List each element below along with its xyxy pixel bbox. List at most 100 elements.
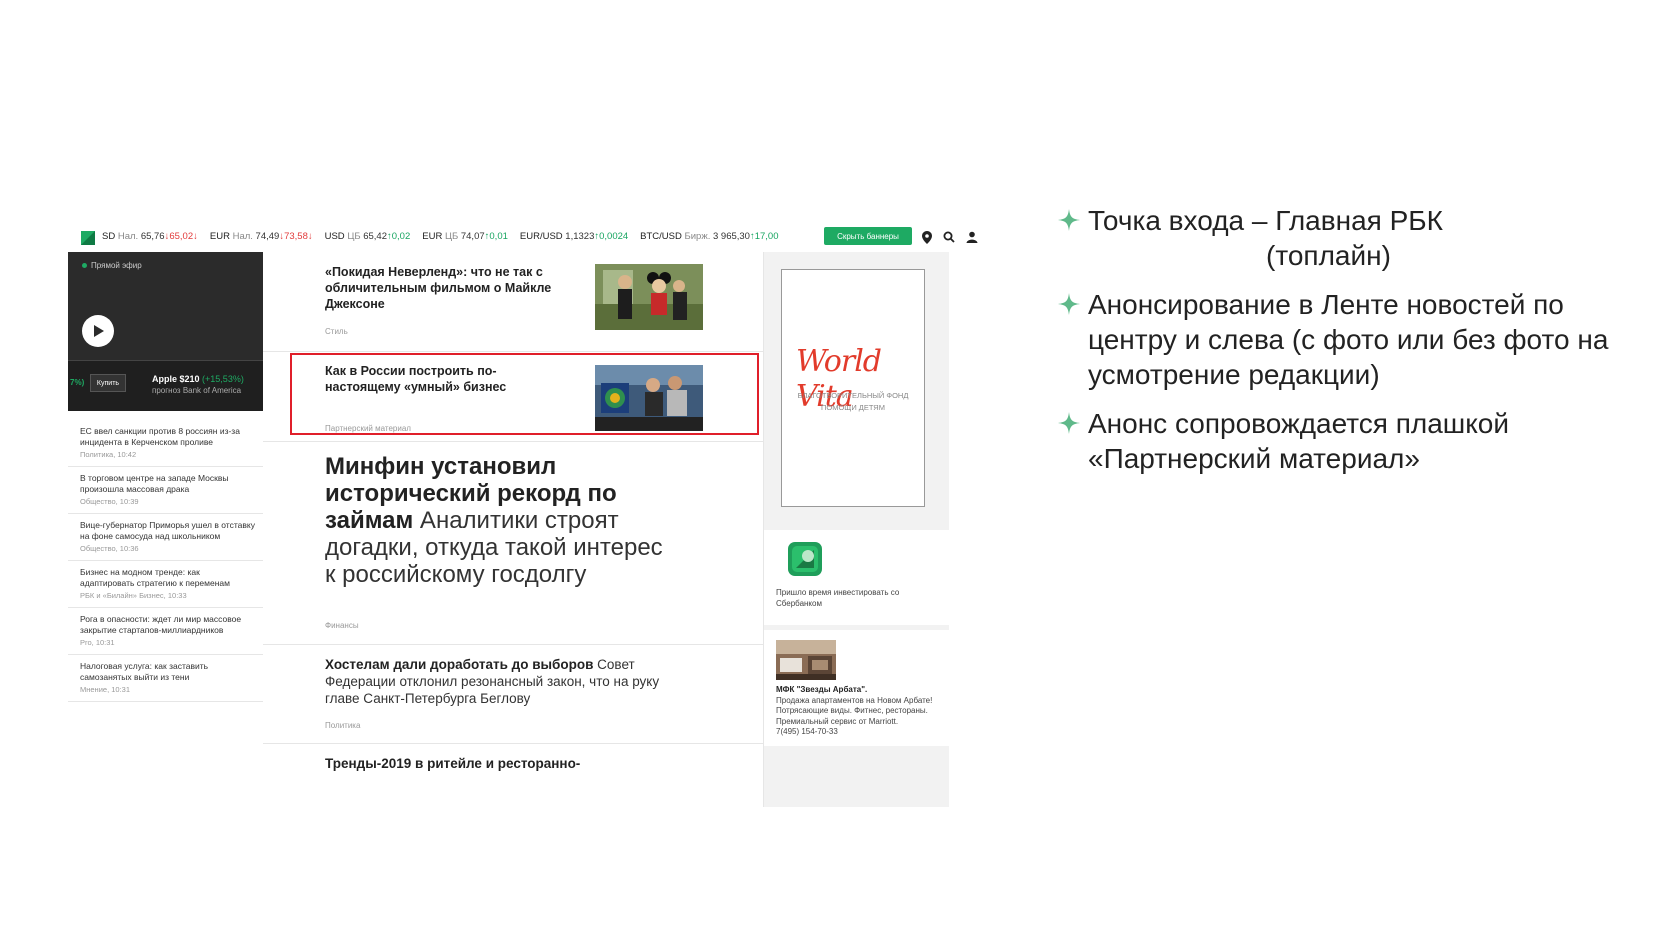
promo-sberbank[interactable]: Пришло время инвестировать со Сбербанком (764, 530, 949, 625)
article-title[interactable]: Тренды-2019 в ритейле и ресторанно- (325, 755, 670, 772)
ticker-change: 65,02 (169, 231, 194, 242)
buy-button[interactable]: Купить (90, 374, 126, 392)
article-photo[interactable] (595, 264, 703, 330)
ticker-item[interactable]: BTC/USD Бирж. 3 965,30↑17,00 (640, 231, 778, 242)
news-item[interactable]: Бизнес на модном тренде: как адаптироват… (68, 561, 263, 608)
news-feed-list: ЕС ввел санкции против 8 россиян из-за и… (68, 420, 263, 702)
news-meta: Общество, 10:36 (80, 544, 139, 553)
promo-text[interactable]: МФК "Звезды Арбата". Продажа апартаментов… (776, 685, 936, 738)
play-icon[interactable] (82, 315, 114, 347)
news-item[interactable]: Налоговая услуга: как заставить самозаня… (68, 655, 263, 702)
article-trends[interactable]: Тренды-2019 в ритейле и ресторанно- (263, 743, 763, 807)
article-headline[interactable]: Хостелам дали доработать до выборов (325, 657, 593, 672)
promo-phone[interactable]: 7(495) 154-70-33 (776, 727, 838, 736)
ticker-item[interactable]: EUR ЦБ 74,07↑0,01 (422, 231, 508, 242)
news-meta: РБК и «Билайн» Бизнес, 10:33 (80, 591, 187, 600)
ticker-change: 73,58 (284, 231, 308, 242)
apple-price: Apple $210 (152, 374, 200, 384)
promo-title[interactable]: МФК "Звезды Арбата". (776, 685, 867, 694)
bullet-entry-point: Точка входа – Главная РБК (топлайн) (1050, 203, 1650, 273)
article-rubric[interactable]: Стиль (325, 327, 348, 336)
news-meta: Политика, 10:42 (80, 450, 137, 459)
live-label-text: Прямой эфир (91, 261, 142, 270)
news-item[interactable]: ЕС ввел санкции против 8 россиян из-за и… (68, 420, 263, 467)
center-column: «Покидая Неверленд»: что не так с обличи… (263, 252, 763, 807)
news-title[interactable]: В торговом центре на западе Москвы произ… (80, 473, 255, 495)
world-vita-banner[interactable]: World Vita БЛАГОТВОРИТЕЛЬНЫЙ ФОНД ПОМОЩИ… (781, 269, 925, 507)
sber-app-icon (788, 542, 822, 576)
article-rubric[interactable]: Финансы (325, 621, 359, 630)
news-title[interactable]: Налоговая услуга: как заставить самозаня… (80, 661, 255, 683)
article-title[interactable]: Хостелам дали доработать до выборов Сове… (325, 656, 670, 707)
promo-description[interactable]: Продажа апартаментов на Новом Арбате! По… (776, 696, 932, 726)
news-meta: Pro, 10:31 (80, 638, 115, 647)
ticker-label: EUR (209, 231, 230, 242)
article-title[interactable]: Минфин установил исторический рекорд по … (325, 453, 665, 588)
live-label: Прямой эфир (82, 261, 142, 270)
user-icon[interactable] (964, 229, 980, 245)
ticker-label: BTC/USD (640, 231, 682, 242)
news-title[interactable]: Вице-губернатор Приморья ушел в отставку… (80, 520, 255, 542)
ticker-sub: Нал. (117, 231, 139, 242)
news-title[interactable]: Бизнес на модном тренде: как адаптироват… (80, 567, 255, 589)
bullet-news-feed: Анонсирование в Ленте новостей по центру… (1050, 287, 1650, 392)
ticker-value: 65,76 (140, 231, 165, 242)
article-rubric[interactable]: Политика (325, 721, 360, 730)
ticker-change: 0,0024 (599, 231, 629, 242)
news-item[interactable]: Вице-губернатор Приморья ушел в отставку… (68, 514, 263, 561)
ticker-sub: ЦБ (347, 231, 361, 242)
live-dot-icon (82, 263, 87, 268)
news-item[interactable]: Рога в опасности: ждет ли мир массовое з… (68, 608, 263, 655)
website-screenshot: SD Нал. 65,76↓65,02↓ EUR Нал. 74,49 ↓73,58… (68, 222, 1002, 807)
search-icon[interactable] (941, 229, 957, 245)
ticker-value: 3 965,30 (712, 231, 750, 242)
bullet-text: Анонс сопровождается плашкой «Партнерски… (1088, 408, 1510, 474)
currency-ticker: SD Нал. 65,76↓65,02↓ EUR Нал. 74,49 ↓73,58… (68, 222, 1002, 252)
ticker-change: 17,00 (754, 231, 779, 242)
news-item[interactable]: В торговом центре на западе Москвы произ… (68, 467, 263, 514)
news-meta: Мнение, 10:31 (80, 685, 130, 694)
article-neverland[interactable]: «Покидая Неверленд»: что не так с обличи… (263, 252, 763, 352)
article-minfin[interactable]: Минфин установил исторический рекорд по … (263, 441, 763, 645)
ticker-item[interactable]: USD ЦБ 65,42↑0,02 (325, 231, 411, 242)
left-column: Прямой эфир 7%) Купить Apple $210 (+15,5… (68, 252, 263, 807)
banner-subtitle: БЛАГОТВОРИТЕЛЬНЫЙ ФОНД ПОМОЩИ ДЕТЯМ (797, 391, 909, 412)
apple-change: (+15,53%) (202, 374, 244, 384)
ticker-item[interactable]: SD Нал. 65,76↓65,02↓ (102, 231, 198, 242)
ticker-value: 74,49 (255, 231, 280, 242)
article-title[interactable]: «Покидая Неверленд»: что не так с обличи… (325, 264, 565, 312)
stock-percent: 7%) (70, 378, 85, 387)
news-meta: Общество, 10:39 (80, 497, 139, 506)
promo-zvezdy-arbata[interactable]: МФК "Звезды Арбата". Продажа апартаментов… (764, 630, 949, 746)
news-title[interactable]: Рога в опасности: ждет ли мир массовое з… (80, 614, 255, 636)
ticker-sub: Бирж. (684, 231, 711, 242)
rbc-logo-icon[interactable] (81, 231, 95, 245)
bullet-text: Анонсирование в Ленте новостей по центру… (1088, 289, 1609, 390)
location-pin-icon[interactable] (919, 229, 935, 245)
bullet-text-line2: (топлайн) (1266, 240, 1391, 271)
ticker-arrow-2: ↓ (307, 231, 313, 242)
bullet-text: Точка входа – Главная РБК (1088, 205, 1443, 236)
ticker-label: EUR/USD (519, 231, 563, 242)
ticker-label: SD (102, 231, 116, 242)
sparkle-icon (1058, 293, 1080, 315)
news-title[interactable]: ЕС ввел санкции против 8 россиян из-за и… (80, 426, 255, 448)
ticker-items: SD Нал. 65,76↓65,02↓ EUR Нал. 74,49 ↓73,58… (102, 231, 779, 242)
live-stock-bar: 7%) Купить Apple $210 (+15,53%) прогноз … (68, 360, 263, 411)
ticker-sub: Нал. (232, 231, 253, 242)
apartment-photo (776, 640, 836, 680)
sparkle-icon (1058, 412, 1080, 434)
promo-text[interactable]: Пришло время инвестировать со Сбербанком (776, 588, 936, 609)
article-hostels[interactable]: Хостелам дали доработать до выборов Сове… (263, 644, 763, 744)
apple-forecast: Apple $210 (+15,53%) (152, 374, 244, 384)
ticker-change: 0,02 (391, 231, 411, 242)
ticker-item[interactable]: EUR/USD 1,1323↑0,0024 (520, 231, 628, 242)
ticker-sub: ЦБ (444, 231, 459, 242)
ticker-item[interactable]: EUR Нал. 74,49↓73,58↓ (210, 231, 313, 242)
hide-banners-button[interactable]: Скрыть баннеры (824, 227, 912, 245)
sparkle-icon (1058, 209, 1080, 231)
ticker-label: USD (324, 231, 345, 242)
ticker-value: 74,07 (460, 231, 485, 242)
ticker-label: EUR (422, 231, 443, 242)
ticker-change: 0,01 (489, 231, 508, 242)
